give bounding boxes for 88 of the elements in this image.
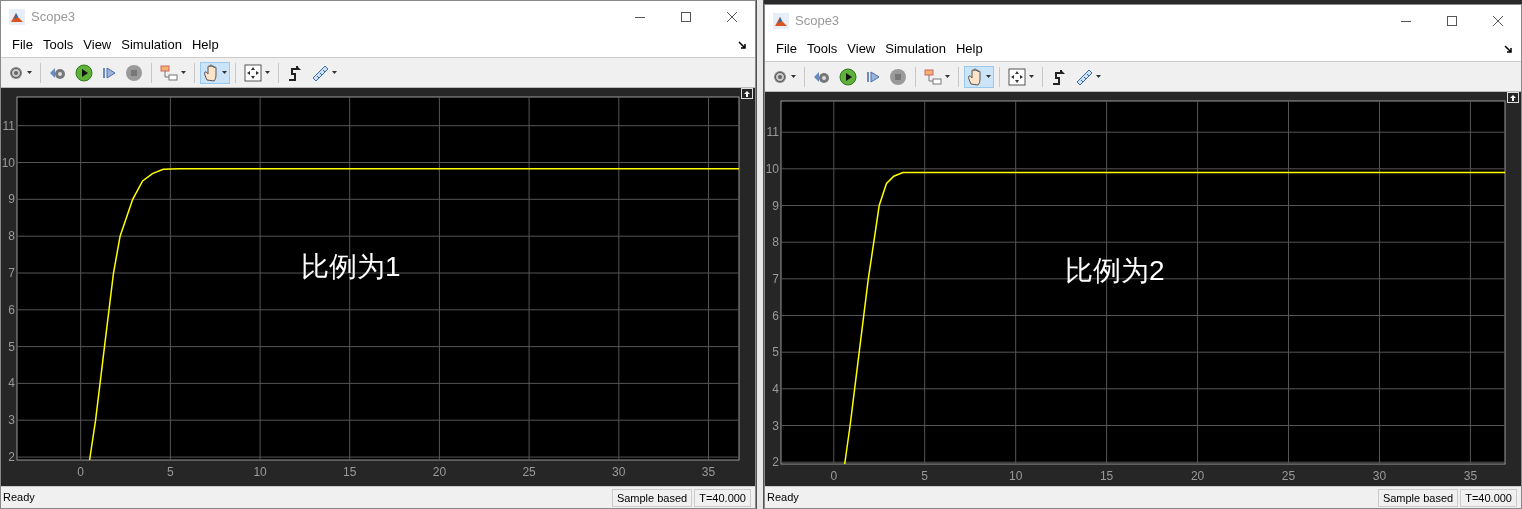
y-tick-label: 4 xyxy=(8,376,15,391)
x-tick-label: 0 xyxy=(830,469,838,483)
window-title: Scope3 xyxy=(795,12,840,31)
caret-icon[interactable] xyxy=(1029,75,1034,78)
maximize-icon[interactable] xyxy=(681,12,691,22)
x-tick-label: 30 xyxy=(612,465,626,479)
y-tick-label: 6 xyxy=(8,302,15,317)
caret-icon[interactable] xyxy=(27,71,32,74)
x-tick-label: 30 xyxy=(1372,469,1387,483)
pan-button[interactable] xyxy=(964,65,994,88)
x-tick-label: 35 xyxy=(701,465,716,479)
ruler-icon[interactable] xyxy=(1075,67,1093,86)
x-tick-label: 10 xyxy=(253,465,267,479)
zoom-button[interactable] xyxy=(1005,65,1037,88)
y-tick-label: 10 xyxy=(765,161,779,176)
menu-item[interactable]: View xyxy=(78,35,117,55)
x-tick-label: 15 xyxy=(343,465,357,479)
caret-icon[interactable] xyxy=(222,71,227,74)
x-tick-label: 25 xyxy=(1281,469,1296,483)
close-icon[interactable] xyxy=(1493,16,1503,26)
y-tick-label: 2 xyxy=(8,450,15,465)
undock-icon[interactable] xyxy=(741,88,753,99)
gear-icon[interactable] xyxy=(772,68,788,85)
y-tick-label: 9 xyxy=(8,192,15,207)
zoom-fit-icon[interactable] xyxy=(1008,67,1026,86)
menu-item[interactable]: Tools xyxy=(801,39,843,59)
dock-icon[interactable] xyxy=(738,40,747,50)
menu-item[interactable]: View xyxy=(842,39,881,59)
menu-item[interactable]: File xyxy=(7,35,38,55)
x-tick-label: 0 xyxy=(77,465,85,479)
x-tick-label: 20 xyxy=(432,465,447,479)
caret-icon[interactable] xyxy=(1096,75,1101,78)
y-tick-label: 3 xyxy=(772,418,779,433)
status-field: Sample based xyxy=(1377,488,1459,507)
status-field: Sample based xyxy=(611,488,693,507)
gear-icon[interactable] xyxy=(8,64,24,81)
y-tick-label: 3 xyxy=(8,413,15,428)
menu-item[interactable]: File xyxy=(771,39,802,59)
app-icon xyxy=(9,9,25,25)
x-tick-label: 5 xyxy=(921,469,929,483)
menu-item[interactable]: Help xyxy=(186,35,224,55)
y-tick-label: 10 xyxy=(1,155,15,170)
status-text: Ready xyxy=(3,490,36,506)
x-tick-label: 10 xyxy=(1009,469,1023,483)
ruler-icon[interactable] xyxy=(311,63,329,82)
y-tick-label: 5 xyxy=(8,339,15,354)
y-tick-label: 7 xyxy=(8,266,15,280)
pan-button[interactable] xyxy=(200,61,230,84)
x-tick-label: 25 xyxy=(522,465,536,479)
caret-icon[interactable] xyxy=(986,75,991,78)
y-tick-label: 9 xyxy=(772,198,779,213)
plot-annotation: 比例为1 xyxy=(301,250,401,284)
x-tick-label: 20 xyxy=(1190,469,1205,483)
y-tick-label: 2 xyxy=(772,455,779,470)
y-tick-label: 8 xyxy=(8,229,15,244)
dock-icon[interactable] xyxy=(1504,44,1513,54)
menu-item[interactable]: Tools xyxy=(37,35,79,55)
caret-icon[interactable] xyxy=(265,71,270,74)
y-tick-label: 8 xyxy=(772,235,779,250)
window-title: Scope3 xyxy=(31,8,76,27)
zoom-button[interactable] xyxy=(241,61,273,84)
undock-icon[interactable] xyxy=(1507,92,1519,103)
hand-icon[interactable] xyxy=(203,63,219,82)
menu-item[interactable]: Simulation xyxy=(880,39,951,59)
caret-icon[interactable] xyxy=(791,75,796,78)
y-tick-label: 4 xyxy=(772,381,779,396)
menu-item[interactable]: Help xyxy=(950,39,988,59)
caret-icon[interactable] xyxy=(181,71,186,74)
y-tick-label: 11 xyxy=(2,118,15,133)
y-tick-label: 7 xyxy=(772,271,779,286)
close-icon[interactable] xyxy=(727,12,737,22)
x-tick-label: 5 xyxy=(167,465,174,479)
status-text: Ready xyxy=(767,490,800,506)
y-tick-label: 5 xyxy=(772,345,779,360)
maximize-icon[interactable] xyxy=(1447,16,1457,26)
status-field: T=40.000 xyxy=(694,488,751,507)
zoom-fit-icon[interactable] xyxy=(244,63,262,82)
x-tick-label: 15 xyxy=(1099,469,1114,483)
plot-annotation: 比例为2 xyxy=(1065,254,1165,288)
hand-icon[interactable] xyxy=(967,67,983,86)
caret-icon[interactable] xyxy=(332,71,337,74)
y-tick-label: 11 xyxy=(766,125,779,140)
status-field: T=40.000 xyxy=(1460,488,1517,507)
caret-icon[interactable] xyxy=(945,75,950,78)
y-tick-label: 6 xyxy=(772,308,779,323)
x-tick-label: 35 xyxy=(1463,469,1478,483)
app-icon xyxy=(773,13,789,29)
menu-item[interactable]: Simulation xyxy=(116,35,187,55)
